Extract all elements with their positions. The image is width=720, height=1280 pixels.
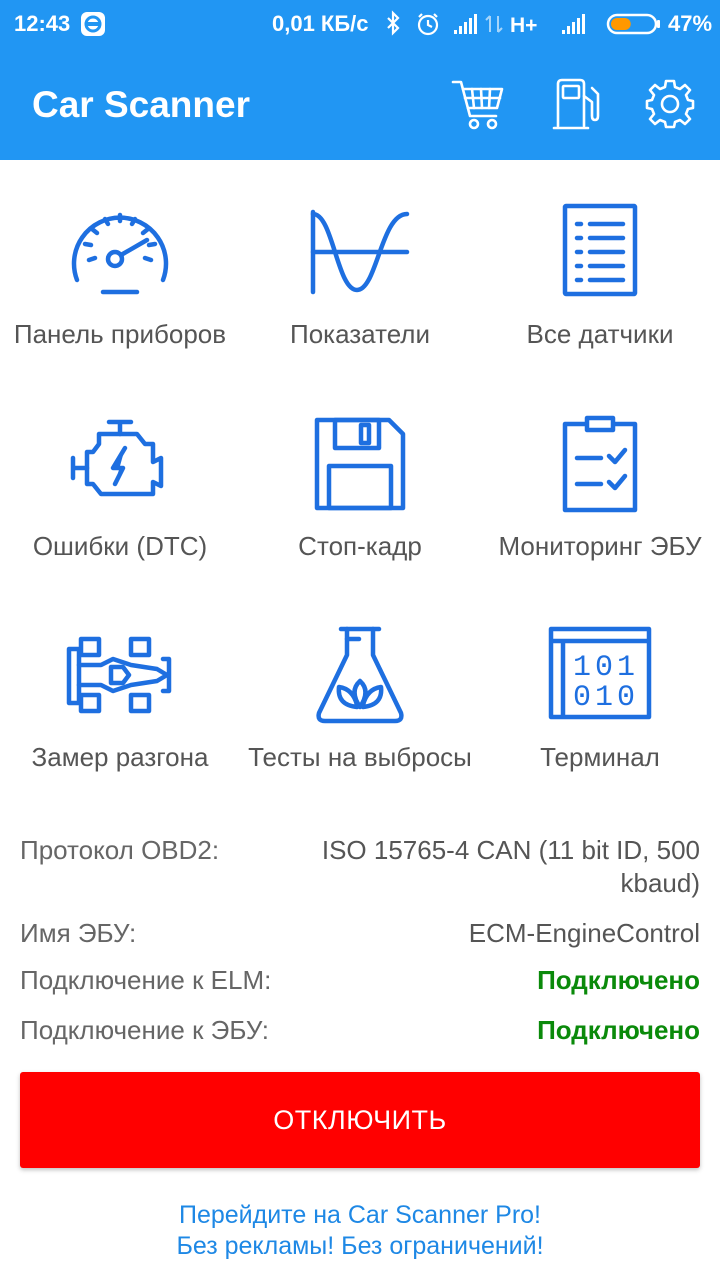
app-bar: Car Scanner (0, 48, 720, 160)
menu-item-label: Замер разгона (31, 742, 209, 772)
menu-item-label: Ошибки (DTC) (32, 531, 208, 561)
menu-item-label: Мониторинг ЭБУ (498, 531, 702, 561)
menu-item-label: Тесты на выбросы (248, 742, 472, 772)
data-transfer-icon (485, 15, 503, 33)
pro-upgrade-link[interactable]: Перейдите на Car Scanner Pro! Без реклам… (0, 1200, 720, 1262)
status-icons: H+ (387, 10, 585, 37)
ecu-connection-label: Подключение к ЭБУ: (20, 1015, 270, 1045)
floppy-disk-icon (314, 417, 406, 511)
alarm-icon (417, 13, 439, 36)
info-row-ecu-connection: Подключение к ЭБУ: Подключено (20, 1014, 700, 1047)
menu-item-dtc[interactable]: Ошибки (DTC) (0, 372, 240, 582)
protocol-value-line1: ISO 15765-4 CAN (11 bit ID, 500 (321, 835, 700, 865)
ecu-connection-status: Подключено (537, 1015, 700, 1045)
protocol-value: ISO 15765-4 CAN (11 bit ID, 500 kbaud) (322, 834, 700, 900)
app-title: Car Scanner (32, 84, 250, 125)
status-time: 12:43 (14, 11, 71, 36)
signal-icon (454, 14, 477, 34)
disconnect-button[interactable]: ОТКЛЮЧИТЬ (20, 1072, 700, 1168)
svg-text:101: 101 (573, 651, 639, 685)
flask-leaf-icon (316, 626, 404, 724)
promo-line2: Без рекламы! Без ограничений! (176, 1232, 544, 1260)
battery-percent: 47% (668, 11, 713, 36)
elm-connection-status: Подключено (537, 965, 700, 995)
menu-item-terminal[interactable]: 101 010 Терминал (480, 583, 720, 793)
menu-item-label: Терминал (540, 742, 660, 772)
binary-terminal-icon: 101 010 (548, 626, 652, 720)
cart-icon (451, 80, 504, 130)
menu-item-emissions[interactable]: Тесты на выбросы (240, 583, 480, 793)
speedometer-icon (71, 212, 169, 295)
signal-icon-2 (562, 14, 585, 34)
protocol-value-line2: kbaud) (620, 868, 701, 898)
fuel-button[interactable] (548, 74, 608, 134)
menu-item-ecu-monitoring[interactable]: Мониторинг ЭБУ (480, 372, 720, 582)
info-row-elm-connection: Подключение к ELM: Подключено (20, 964, 700, 997)
menu-item-label: Все датчики (526, 319, 674, 349)
engine-icon (70, 419, 164, 497)
protocol-label: Протокол OBD2: (20, 835, 220, 865)
settings-button[interactable] (640, 74, 700, 134)
menu-item-freeze-frame[interactable]: Стоп-кадр (240, 372, 480, 582)
info-row-protocol: Протокол OBD2: ISO 15765-4 CAN (11 bit I… (20, 834, 700, 900)
race-car-icon (66, 636, 172, 714)
promo-line1: Перейдите на Car Scanner Pro! (178, 1201, 541, 1229)
network-speed: 0,01 КБ/с (272, 11, 369, 36)
svg-text:010: 010 (573, 681, 639, 715)
network-type: H+ (510, 14, 537, 37)
waveform-icon (310, 209, 410, 295)
battery-icon (606, 13, 660, 35)
info-row-ecu-name: Имя ЭБУ: ECM-EngineControl (20, 917, 700, 950)
menu-item-acceleration[interactable]: Замер разгона (0, 583, 240, 793)
fuel-pump-icon (552, 78, 600, 130)
notification-app-icon (81, 12, 105, 36)
clipboard-check-icon (562, 415, 638, 513)
menu-item-label: Панель приборов (13, 319, 227, 349)
elm-connection-label: Подключение к ELM: (20, 965, 272, 995)
menu-item-dashboard[interactable]: Панель приборов (0, 160, 240, 370)
ecu-name-label: Имя ЭБУ: (20, 918, 137, 948)
menu-item-label: Показатели (290, 319, 430, 349)
list-icon (562, 203, 638, 297)
status-bar: 12:43 0,01 КБ/с H+ 47% (0, 0, 720, 48)
gear-icon (645, 79, 695, 129)
ecu-name-value: ECM-EngineControl (468, 918, 700, 948)
menu-item-label: Стоп-кадр (298, 531, 422, 561)
menu-item-all-sensors[interactable]: Все датчики (480, 160, 720, 370)
shop-button[interactable] (448, 74, 508, 134)
menu-item-indicators[interactable]: Показатели (240, 160, 480, 370)
bluetooth-icon (387, 10, 400, 36)
